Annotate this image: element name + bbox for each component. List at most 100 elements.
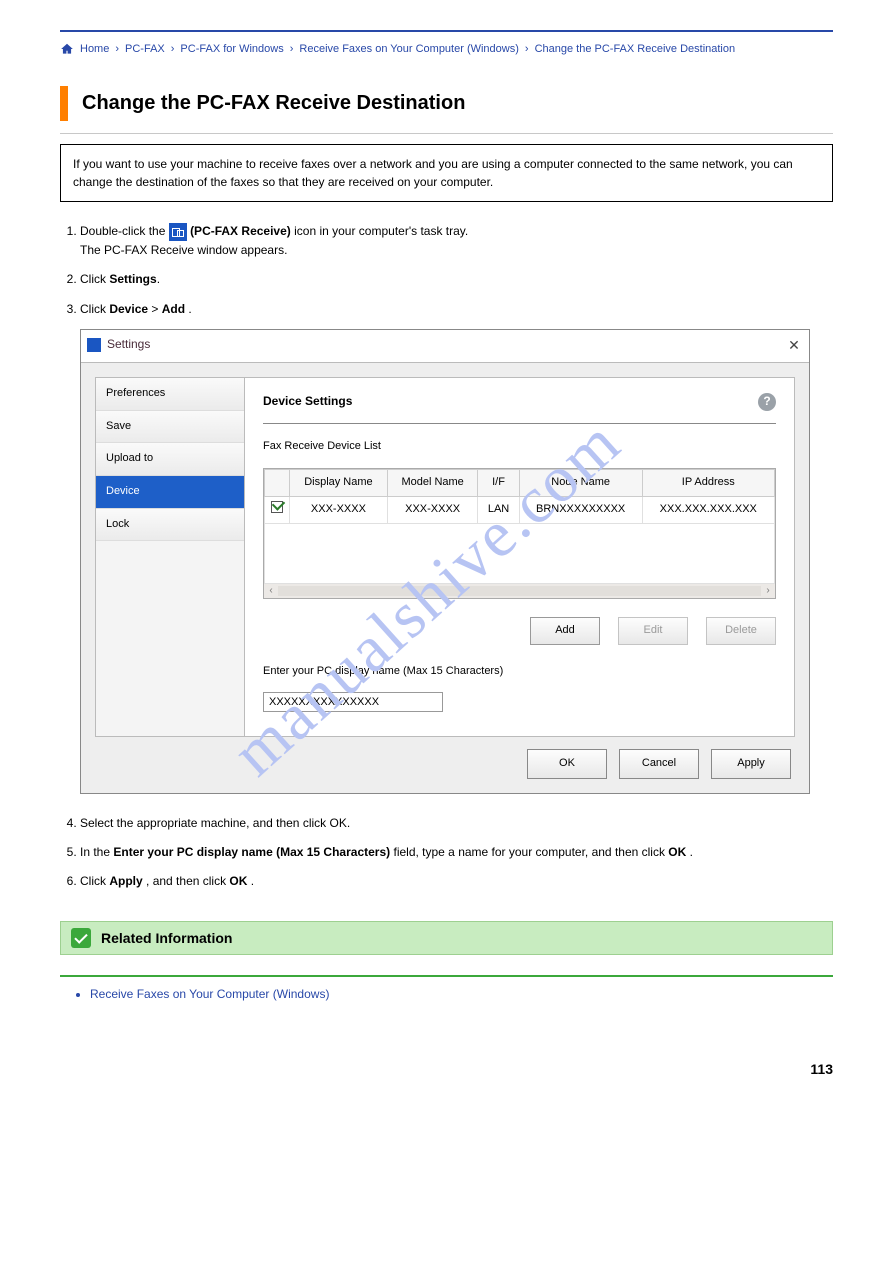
breadcrumb-item[interactable]: PC-FAX for Windows	[180, 43, 283, 55]
window-body: Preferences Save Upload to Device Lock D…	[81, 363, 809, 793]
row-checkbox[interactable]	[271, 501, 283, 513]
step-text: .	[690, 845, 693, 859]
pane-subtitle: Fax Receive Device List	[263, 438, 776, 456]
chevron-right-icon: ›	[171, 43, 175, 55]
col-model-name[interactable]: Model Name	[387, 469, 478, 496]
top-rule	[60, 30, 833, 32]
apply-button[interactable]: Apply	[711, 749, 791, 779]
breadcrumb-item[interactable]: PC-FAX	[125, 43, 165, 55]
pcfax-tray-icon	[169, 223, 187, 241]
related-divider	[60, 975, 833, 977]
settings-sidebar: Preferences Save Upload to Device Lock	[95, 377, 245, 737]
window-icon	[87, 338, 101, 352]
step-bold: Apply	[109, 874, 142, 888]
cell-node-name: BRNXXXXXXXXX	[519, 496, 642, 524]
pc-name-label: Enter your PC display name (Max 15 Chara…	[263, 663, 776, 681]
step-text: .	[188, 302, 191, 316]
window-titlebar: Settings ✕	[81, 330, 809, 363]
chevron-right-icon: ›	[290, 43, 294, 55]
col-check	[265, 469, 290, 496]
step-4: Select the appropriate machine, and then…	[80, 814, 833, 833]
related-info-header: Related Information	[60, 921, 833, 955]
ok-button[interactable]: OK	[527, 749, 607, 779]
related-title: Related Information	[101, 930, 232, 946]
step-6: Click Apply , and then click OK .	[80, 872, 833, 891]
step-text: >	[151, 302, 161, 316]
step-text: Click	[80, 874, 109, 888]
cancel-button[interactable]: Cancel	[619, 749, 699, 779]
step-text: , and then click	[146, 874, 229, 888]
window-title: Settings	[107, 335, 785, 354]
cell-ip-address: XXX.XXX.XXX.XXX	[642, 496, 774, 524]
page-heading-row: Change the PC-FAX Receive Destination	[60, 86, 833, 121]
cell-display-name: XXX-XXXX	[290, 496, 388, 524]
device-table-wrap: Display Name Model Name I/F Node Name IP…	[263, 468, 776, 599]
breadcrumb-item[interactable]: Receive Faxes on Your Computer (Windows)	[299, 43, 518, 55]
step-3: Click Device > Add . Settings ✕ Preferen…	[80, 300, 833, 794]
step-bold: OK	[668, 845, 686, 859]
step-bold: Enter your PC display name (Max 15 Chara…	[113, 845, 390, 859]
delete-button[interactable]: Delete	[706, 617, 776, 645]
note-box: If you want to use your machine to recei…	[60, 144, 833, 202]
sidebar-item-device[interactable]: Device	[96, 476, 244, 509]
related-link[interactable]: Receive Faxes on Your Computer (Windows)	[90, 987, 833, 1001]
step-5: In the Enter your PC display name (Max 1…	[80, 843, 833, 862]
chevron-right-icon: ›	[115, 43, 119, 55]
step-text: Double-click the	[80, 224, 169, 238]
page-title: Change the PC-FAX Receive Destination	[82, 86, 833, 121]
edit-button[interactable]: Edit	[618, 617, 688, 645]
pc-name-input[interactable]	[263, 692, 443, 712]
accent-bar	[60, 86, 68, 121]
horizontal-scrollbar[interactable]: ‹ ›	[264, 584, 775, 598]
breadcrumb: Home › PC-FAX › PC-FAX for Windows › Rec…	[60, 42, 833, 56]
cell-if: LAN	[478, 496, 519, 524]
sidebar-item-save[interactable]: Save	[96, 411, 244, 444]
heading-underline	[60, 133, 833, 134]
scroll-left-icon[interactable]: ‹	[264, 583, 278, 599]
step-bold: (PC-FAX Receive)	[190, 224, 291, 238]
sidebar-item-upload-to[interactable]: Upload to	[96, 443, 244, 476]
step-subtext: The PC-FAX Receive window appears.	[80, 243, 287, 257]
page-number: 113	[60, 1061, 833, 1077]
dialog-button-row: OK Cancel Apply	[95, 749, 795, 779]
pane-rule	[263, 423, 776, 424]
step-text: In the	[80, 845, 113, 859]
chevron-right-icon: ›	[525, 43, 529, 55]
step-text: Select the appropriate machine, and then…	[80, 816, 350, 830]
breadcrumb-item[interactable]: Change the PC-FAX Receive Destination	[535, 43, 736, 55]
step-text: .	[251, 874, 254, 888]
table-row[interactable]: XXX-XXXX XXX-XXXX LAN BRNXXXXXXXXX XXX.X…	[265, 496, 775, 524]
sidebar-item-lock[interactable]: Lock	[96, 509, 244, 542]
step-bold: Settings	[109, 272, 156, 286]
home-icon[interactable]	[60, 42, 74, 56]
step-text: field, type a name for your computer, an…	[393, 845, 668, 859]
pane-title: Device Settings	[263, 392, 758, 411]
device-settings-pane: Device Settings ? Fax Receive Device Lis…	[245, 377, 795, 737]
add-button[interactable]: Add	[530, 617, 600, 645]
breadcrumb-item[interactable]: Home	[80, 43, 109, 55]
step-bold: OK	[229, 874, 247, 888]
col-display-name[interactable]: Display Name	[290, 469, 388, 496]
scroll-right-icon[interactable]: ›	[761, 583, 775, 599]
cell-model-name: XXX-XXXX	[387, 496, 478, 524]
step-bold: Device	[109, 302, 148, 316]
step-text: Click	[80, 302, 109, 316]
step-text: icon in your computer's task tray.	[294, 224, 468, 238]
col-if[interactable]: I/F	[478, 469, 519, 496]
check-icon	[71, 928, 91, 948]
scroll-track[interactable]	[278, 586, 761, 596]
col-node-name[interactable]: Node Name	[519, 469, 642, 496]
device-table: Display Name Model Name I/F Node Name IP…	[264, 469, 775, 584]
step-1: Double-click the (PC-FAX Receive) icon i…	[80, 222, 833, 260]
table-button-row: Add Edit Delete	[263, 617, 776, 645]
settings-window: Settings ✕ Preferences Save Upload to De…	[80, 329, 810, 794]
help-icon[interactable]: ?	[758, 393, 776, 411]
step-2: Click Settings.	[80, 270, 833, 289]
steps-list: Double-click the (PC-FAX Receive) icon i…	[60, 222, 833, 891]
sidebar-item-preferences[interactable]: Preferences	[96, 378, 244, 411]
close-icon[interactable]: ✕	[785, 334, 803, 356]
col-ip-address[interactable]: IP Address	[642, 469, 774, 496]
step-bold: Add	[162, 302, 185, 316]
table-empty-space	[265, 524, 775, 584]
related-list: Receive Faxes on Your Computer (Windows)	[60, 987, 833, 1001]
